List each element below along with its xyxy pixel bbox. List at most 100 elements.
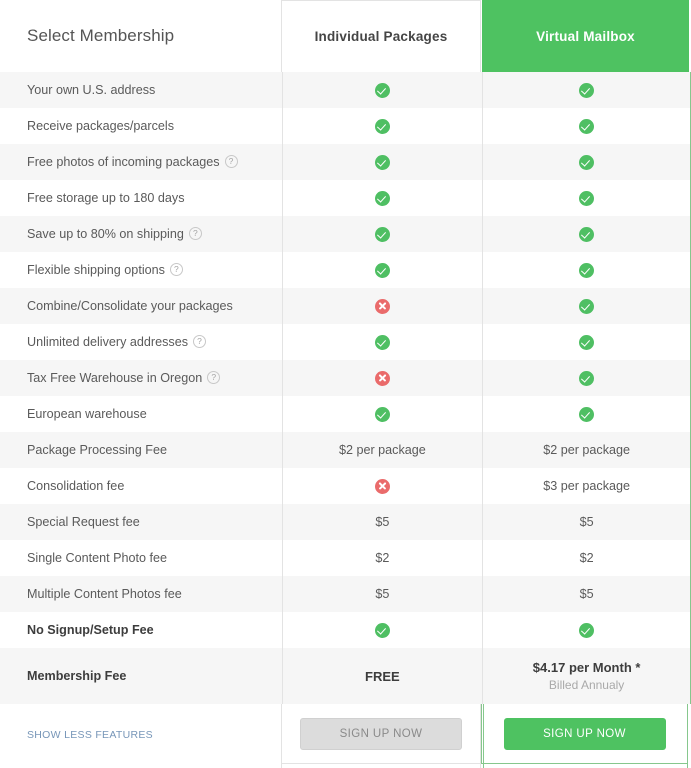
table-row: Flexible shipping options? [0, 252, 691, 288]
table-row: Combine/Consolidate your packages [0, 288, 691, 324]
value-cell-virtual [482, 108, 691, 144]
feature-label-cell: Consolidation fee [0, 468, 282, 504]
feature-label-cell: Unlimited delivery addresses? [0, 324, 282, 360]
feature-label-cell: Multiple Content Photos fee [0, 576, 282, 612]
check-circle-icon [374, 118, 390, 134]
table-row: Single Content Photo fee $2 $2 [0, 540, 691, 576]
help-question-icon[interactable]: ? [207, 371, 221, 385]
value-cell-virtual [482, 324, 691, 360]
check-circle-icon [579, 190, 595, 206]
check-circle-icon [579, 262, 595, 278]
feature-label-text: Unlimited delivery addresses [27, 334, 188, 349]
table-row: Receive packages/parcels [0, 108, 691, 144]
sign-up-now-individual-button[interactable]: SIGN UP NOW [300, 717, 462, 750]
feature-label-text: Single Content Photo fee [27, 551, 168, 565]
value-text: $2 per package [543, 443, 631, 457]
column-header-virtual-mailbox: Virtual Mailbox [482, 0, 689, 72]
table-row: Save up to 80% on shipping? [0, 216, 691, 252]
table-row: Multiple Content Photos fee $5 $5 [0, 576, 691, 612]
feature-label-cell: Combine/Consolidate your packages [0, 288, 282, 324]
value-text: $5 [375, 515, 390, 529]
value-cell-virtual [482, 180, 691, 216]
features-table: Your own U.S. address Receive packages/pa… [0, 72, 691, 704]
check-circle-icon [579, 622, 595, 638]
feature-label-text: Combine/Consolidate your packages [27, 299, 233, 313]
check-circle-icon [374, 262, 390, 278]
feature-label-text: European warehouse [27, 407, 147, 421]
value-cell-individual [281, 216, 484, 252]
check-circle-icon [579, 154, 595, 170]
value-text: $5 [579, 515, 594, 529]
table-row: Package Processing Fee $2 per package $2 p… [0, 432, 691, 468]
feature-label-cell: European warehouse [0, 396, 282, 432]
column-header-individual-packages: Individual Packages [281, 0, 481, 72]
table-footer-row: SHOW LESS FEATURES SIGN UP NOW SIGN UP N… [0, 704, 691, 764]
page-title: Select Membership [27, 26, 175, 45]
help-question-icon[interactable]: ? [169, 263, 183, 277]
footer-cell-individual: SIGN UP NOW [281, 704, 481, 764]
check-circle-icon [374, 622, 390, 638]
check-circle-icon [579, 226, 595, 242]
value-text: $2 [579, 551, 594, 565]
value-cell-virtual [482, 216, 691, 252]
check-circle-icon [374, 226, 390, 242]
table-row: Free storage up to 180 days [0, 180, 691, 216]
value-cell-individual [281, 288, 484, 324]
value-cell-virtual: $2 [482, 540, 691, 576]
value-cell-individual [281, 324, 484, 360]
value-cell-virtual: $4.17 per Month * Billed Annualy [482, 648, 691, 704]
value-cell-individual [281, 252, 484, 288]
help-question-icon[interactable]: ? [224, 155, 238, 169]
footer-left-cell: SHOW LESS FEATURES [0, 725, 281, 743]
feature-label-cell: Special Request fee [0, 504, 282, 540]
value-cell-individual [281, 144, 484, 180]
check-circle-icon [374, 154, 390, 170]
value-cell-virtual [482, 360, 691, 396]
feature-label-cell: Save up to 80% on shipping? [0, 216, 282, 252]
value-cell-individual: $5 [281, 504, 484, 540]
table-row: Consolidation fee $3 per package [0, 468, 691, 504]
value-text: $3 per package [543, 479, 631, 493]
feature-label-text: Free photos of incoming packages [27, 154, 220, 169]
value-cell-individual: FREE [281, 648, 484, 704]
check-circle-icon [579, 298, 595, 314]
feature-label-cell: Free storage up to 180 days [0, 180, 282, 216]
value-cell-virtual: $3 per package [482, 468, 691, 504]
cross-circle-icon [374, 298, 390, 314]
feature-label-text: Flexible shipping options [27, 262, 165, 277]
value-cell-virtual [482, 288, 691, 324]
value-text: FREE [365, 668, 400, 684]
value-text: $2 per package [338, 443, 426, 457]
value-cell-individual: $2 [281, 540, 484, 576]
feature-label-text: Free storage up to 180 days [27, 191, 185, 205]
value-cell-virtual: $2 per package [482, 432, 691, 468]
check-circle-icon [579, 118, 595, 134]
check-circle-icon [579, 82, 595, 98]
value-cell-individual [281, 72, 484, 108]
help-question-icon[interactable]: ? [188, 227, 202, 241]
value-cell-virtual [482, 612, 691, 648]
sign-up-now-virtual-button[interactable]: SIGN UP NOW [503, 717, 666, 750]
value-cell-virtual: $5 [482, 576, 691, 612]
table-row: Unlimited delivery addresses? [0, 324, 691, 360]
feature-label-cell: Package Processing Fee [0, 432, 282, 468]
table-row: No Signup/Setup Fee [0, 612, 691, 648]
value-cell-individual [281, 396, 484, 432]
help-question-icon[interactable]: ? [193, 335, 206, 349]
price-billing-note: Billed Annualy [548, 678, 625, 692]
feature-label-cell: Receive packages/parcels [0, 108, 282, 144]
feature-label-text: Receive packages/parcels [27, 119, 175, 133]
feature-label-cell: Membership Fee [0, 648, 282, 704]
footer-cell-virtual: SIGN UP NOW [481, 704, 688, 764]
feature-label-text: No Signup/Setup Fee [27, 623, 154, 637]
show-less-features-link[interactable]: SHOW LESS FEATURES [27, 729, 153, 741]
value-cell-virtual [482, 396, 691, 432]
check-circle-icon [374, 406, 390, 422]
value-cell-individual [281, 468, 484, 504]
feature-label-text: Multiple Content Photos fee [27, 587, 182, 601]
cross-circle-icon [374, 370, 390, 386]
check-circle-icon [579, 406, 595, 422]
value-text: $5 [579, 587, 594, 601]
feature-label-cell: Single Content Photo fee [0, 540, 282, 576]
table-header-row: Select Membership Individual Packages Vi… [0, 0, 691, 72]
